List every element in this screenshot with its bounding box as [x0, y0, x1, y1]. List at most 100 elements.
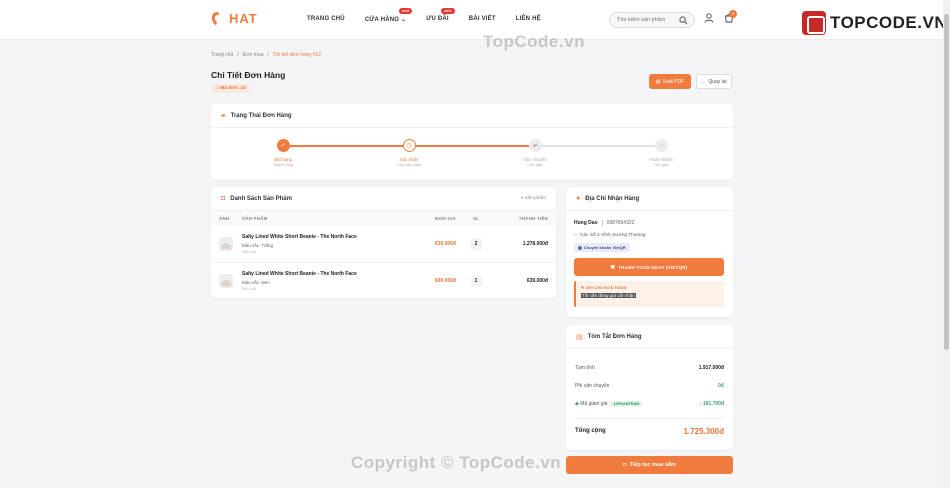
- product-price: 639.000đ: [434, 278, 456, 284]
- watermark-bottom: Copyright © TopCode.vn: [351, 453, 562, 472]
- step-ordered: ✓ Đặt hàng Thành công: [253, 139, 313, 167]
- logo-text: HAT: [229, 11, 258, 26]
- breadcrumb-home[interactable]: Trang chủ: [211, 52, 233, 58]
- brand-text: TOPCODE.VN: [830, 13, 948, 32]
- nav-contact[interactable]: LIÊN HỆ: [516, 16, 541, 23]
- nav-deals-label: ƯU ĐÃI: [426, 16, 449, 22]
- step-sub: Chờ giao: [653, 163, 669, 167]
- col-image: ẢNH: [219, 216, 230, 221]
- logo[interactable]: HAT: [209, 10, 258, 27]
- col-qty: SL: [472, 216, 480, 221]
- table-row[interactable]: Salty Lined White Short Beanie - The Nor…: [211, 263, 556, 300]
- col-total: THÀNH TIỀN: [518, 216, 548, 221]
- nav-home-label: TRANG CHỦ: [307, 16, 345, 22]
- total-value: 1.725.300đ: [683, 426, 724, 436]
- product-qty: 1: [470, 275, 482, 287]
- continue-shopping-button[interactable]: ◘ Tiếp tục mua sắm: [566, 456, 733, 474]
- home-icon: ⌂: [654, 139, 668, 152]
- breadcrumb-current: Chi tiết đơn hàng #12: [272, 52, 321, 58]
- main-nav: TRANG CHỦ CỬA HÀNG ⌄ mới ƯU ĐÃI sale BÀI V…: [307, 8, 541, 23]
- discount-label: Mã giảm giá: [580, 401, 608, 407]
- qr-icon: ▣: [610, 264, 616, 269]
- note-icon: ✎: [581, 286, 585, 290]
- product-sku: SKU: #4: [242, 250, 257, 254]
- scrollbar-thumb[interactable]: [944, 14, 949, 350]
- truck-icon: ▰: [528, 139, 542, 152]
- step-completed: ⌂ Hoàn thành Chờ giao: [631, 139, 691, 167]
- discount-row: ◆ Mã giảm giá 10PHANTRAM - 191.700đ: [575, 395, 724, 413]
- nav-deals[interactable]: ƯU ĐÃI sale: [426, 8, 455, 23]
- bank-icon: ▦: [578, 245, 582, 250]
- nav-shop[interactable]: CỬA HÀNG ⌄ mới: [365, 8, 413, 23]
- nav-badge-sale: sale: [441, 8, 455, 14]
- address-text: Các Số 2 Vĩnh Xương Thượng: [579, 233, 646, 238]
- products-card: ◘ Danh Sách Sản Phẩm 2 sản phẩm ẢNH SẢN …: [211, 187, 556, 300]
- nav-badge-new: mới: [399, 8, 413, 14]
- address-card-title: Địa Chỉ Nhận Hàng: [585, 195, 640, 202]
- payment-method-badge: ▦ Chuyển khoản VietQR: [574, 243, 630, 252]
- home-icon: ⌂: [574, 233, 577, 238]
- watermark-top: TopCode.vn: [483, 32, 585, 51]
- product-variant: Màu sắc: Đen: [242, 280, 270, 285]
- status-card-title: Trạng Thái Đơn Hàng: [230, 112, 292, 119]
- search-input[interactable]: [617, 17, 679, 23]
- products-card-header: ◘ Danh Sách Sản Phẩm 2 sản phẩm: [211, 187, 556, 211]
- location-pin-icon: ●: [576, 195, 581, 202]
- subtotal-label: Tạm tính: [575, 365, 595, 371]
- products-card-title: Danh Sách Sản Phẩm: [230, 195, 292, 202]
- summary-card-title: Tóm Tắt Đơn Hàng: [587, 333, 642, 340]
- product-total: 1.278.000đ: [522, 241, 548, 247]
- product-qty: 2: [470, 238, 482, 250]
- products-count: 2 sản phẩm: [520, 196, 546, 201]
- product-name[interactable]: Salty Lined White Short Beanie - The Nor…: [242, 234, 402, 240]
- col-product: SẢN PHẨM: [242, 216, 268, 221]
- nav-blog[interactable]: BÀI VIẾT: [469, 16, 496, 23]
- recipient-name: Hung Dao: [574, 220, 598, 226]
- order-status-card: ▰ Trạng Thái Đơn Hàng ✓ Đặt hàng Thành c…: [211, 104, 733, 180]
- nav-home[interactable]: TRANG CHỦ: [307, 16, 345, 23]
- note-label: ✎ GHI CHÚ ĐƠN HÀNG: [581, 285, 719, 290]
- subtotal-value: 1.917.000đ: [698, 365, 724, 371]
- product-thumbnail[interactable]: [219, 237, 233, 251]
- products-table-header: ẢNH SẢN PHẨM ĐƠN GIÁ SL THÀNH TIỀN: [211, 211, 556, 226]
- chevron-down-icon: ⌄: [401, 17, 407, 23]
- tag-icon: ⌂: [216, 86, 219, 91]
- back-label: Quay lại: [708, 78, 727, 85]
- cart-count-badge: 0: [729, 10, 737, 18]
- product-price: 639.000đ: [434, 241, 456, 247]
- table-row[interactable]: Salty Lined White Short Beanie - The Nor…: [211, 226, 556, 263]
- order-code-text: Mã đơn: 12: [220, 86, 246, 91]
- breadcrumb-orders[interactable]: Đơn mua: [243, 52, 264, 58]
- summary-card-header: ▤ Tóm Tắt Đơn Hàng: [566, 325, 733, 349]
- address-line: ⌂ Các Số 2 Vĩnh Xương Thượng: [574, 233, 725, 238]
- user-icon[interactable]: [704, 13, 714, 23]
- discount-value: - 191.700đ: [699, 401, 724, 407]
- brand-logo-icon: [802, 11, 826, 35]
- product-name[interactable]: Salty Lined White Short Beanie - The Nor…: [242, 271, 402, 277]
- shipping-row: Phí vận chuyển 0đ: [575, 377, 724, 395]
- col-price: ĐƠN GIÁ: [435, 216, 456, 221]
- brand-watermark: TOPCODE.VN: [802, 11, 947, 35]
- total-label: Tổng cộng: [575, 428, 606, 434]
- note-label-text: GHI CHÚ ĐƠN HÀNG: [585, 286, 627, 290]
- bag-icon: ◘: [623, 462, 627, 468]
- back-button[interactable]: ← Quay lại: [696, 74, 732, 89]
- page-title: Chi Tiết Đơn Hàng: [211, 70, 286, 80]
- step-sub: Thành công: [272, 163, 294, 167]
- search-icon[interactable]: [679, 16, 688, 25]
- step-shipping: ▰ Vận chuyển Chờ giao: [505, 139, 565, 167]
- export-pdf-button[interactable]: ▤ Xuất PDF: [649, 74, 691, 89]
- page-scrollbar[interactable]: [943, 0, 950, 488]
- bag-icon: ◘: [221, 195, 226, 202]
- pay-vietqr-button[interactable]: ▣ THANH TOÁN NGAY (VIETQR): [574, 258, 724, 276]
- step-label: Hoàn thành: [649, 157, 673, 162]
- shipping-label: Phí vận chuyển: [575, 383, 610, 389]
- product-total: 639.000đ: [526, 278, 548, 284]
- logo-mark-icon: [209, 10, 226, 27]
- check-icon: ✓: [276, 139, 290, 152]
- product-thumbnail[interactable]: [219, 274, 233, 288]
- product-variant: Màu sắc: Trắng: [242, 243, 274, 248]
- total-row: Tổng cộng 1.725.300đ: [575, 422, 724, 440]
- tag-icon: ◆: [575, 401, 579, 407]
- shipping-address-card: ● Địa Chỉ Nhận Hàng Hung Dao 0987654322 …: [566, 187, 733, 317]
